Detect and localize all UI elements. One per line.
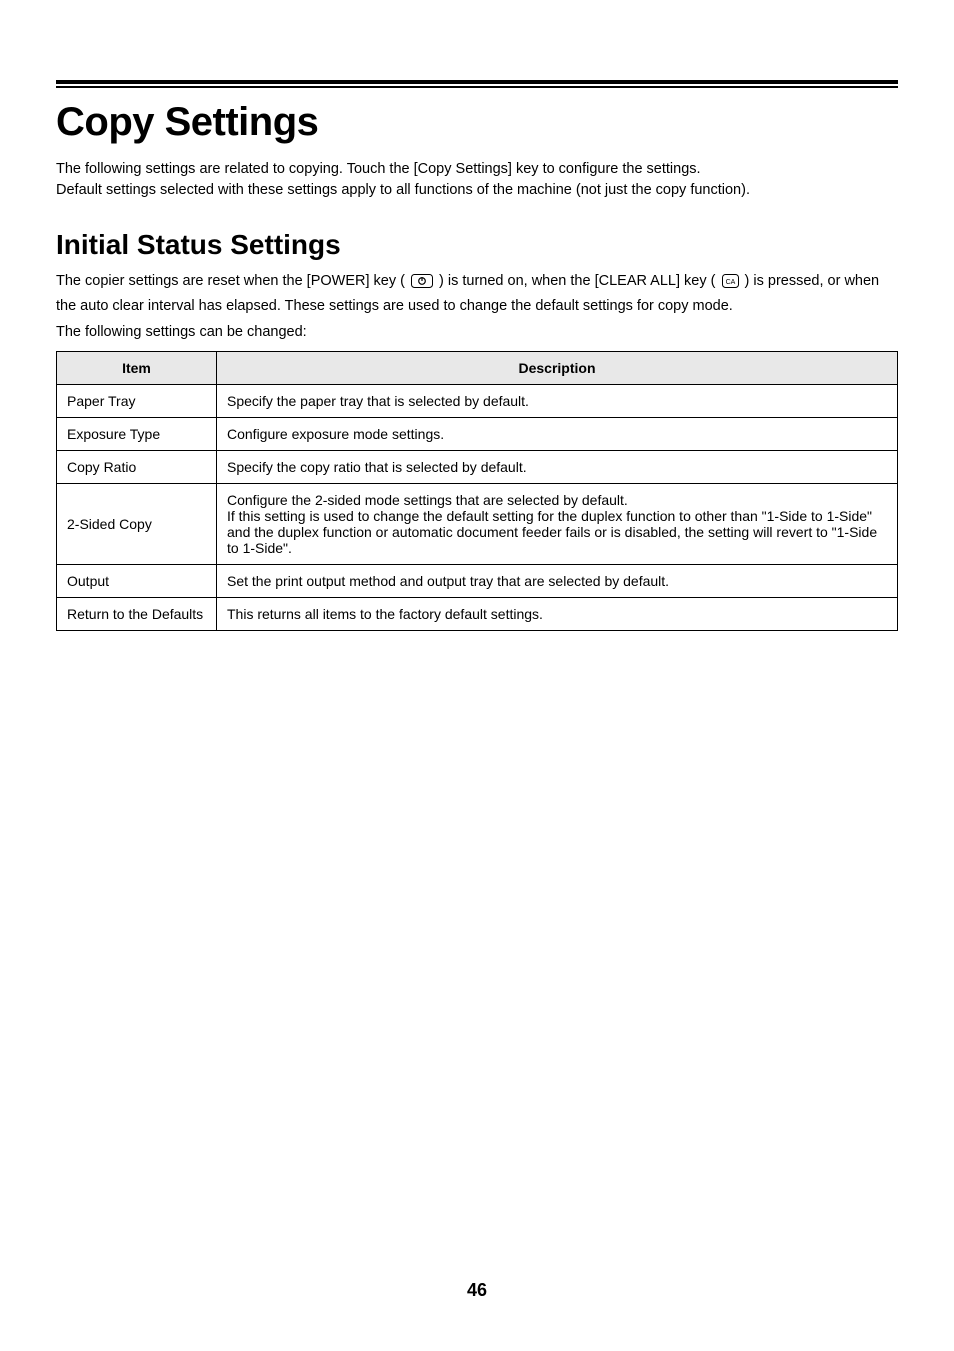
cell-item: Paper Tray	[57, 385, 217, 418]
table-row: Copy Ratio Specify the copy ratio that i…	[57, 451, 898, 484]
table-row: Exposure Type Configure exposure mode se…	[57, 418, 898, 451]
top-horizontal-rule	[56, 80, 898, 88]
cell-description: This returns all items to the factory de…	[217, 598, 898, 631]
intro-paragraph: The following settings are related to co…	[56, 159, 898, 201]
clear-all-key-icon: CA	[722, 274, 739, 296]
section-intro-line2: The following settings can be changed:	[56, 322, 898, 344]
table-body: Paper Tray Specify the paper tray that i…	[57, 385, 898, 631]
header-description: Description	[217, 352, 898, 385]
cell-item: 2-Sided Copy	[57, 484, 217, 565]
cell-description: Specify the paper tray that is selected …	[217, 385, 898, 418]
section-intro-line1: The copier settings are reset when the […	[56, 271, 898, 318]
cell-item: Exposure Type	[57, 418, 217, 451]
svg-text:CA: CA	[725, 279, 735, 286]
cell-item: Return to the Defaults	[57, 598, 217, 631]
subintro-part1: The copier settings are reset when the […	[56, 273, 405, 289]
settings-table: Item Description Paper Tray Specify the …	[56, 351, 898, 631]
section-title: Initial Status Settings	[56, 229, 898, 261]
table-row: Paper Tray Specify the paper tray that i…	[57, 385, 898, 418]
subintro-part2: ) is turned on, when the [CLEAR ALL] key…	[439, 273, 715, 289]
cell-item: Copy Ratio	[57, 451, 217, 484]
cell-item: Output	[57, 565, 217, 598]
table-row: Output Set the print output method and o…	[57, 565, 898, 598]
cell-description: Specify the copy ratio that is selected …	[217, 451, 898, 484]
cell-description: Configure exposure mode settings.	[217, 418, 898, 451]
cell-description: Configure the 2-sided mode settings that…	[217, 484, 898, 565]
table-row: 2-Sided Copy Configure the 2-sided mode …	[57, 484, 898, 565]
page-title: Copy Settings	[56, 100, 898, 145]
table-header-row: Item Description	[57, 352, 898, 385]
page-number: 46	[0, 1280, 954, 1301]
table-row: Return to the Defaults This returns all …	[57, 598, 898, 631]
cell-description: Set the print output method and output t…	[217, 565, 898, 598]
header-item: Item	[57, 352, 217, 385]
power-key-icon	[411, 274, 433, 296]
